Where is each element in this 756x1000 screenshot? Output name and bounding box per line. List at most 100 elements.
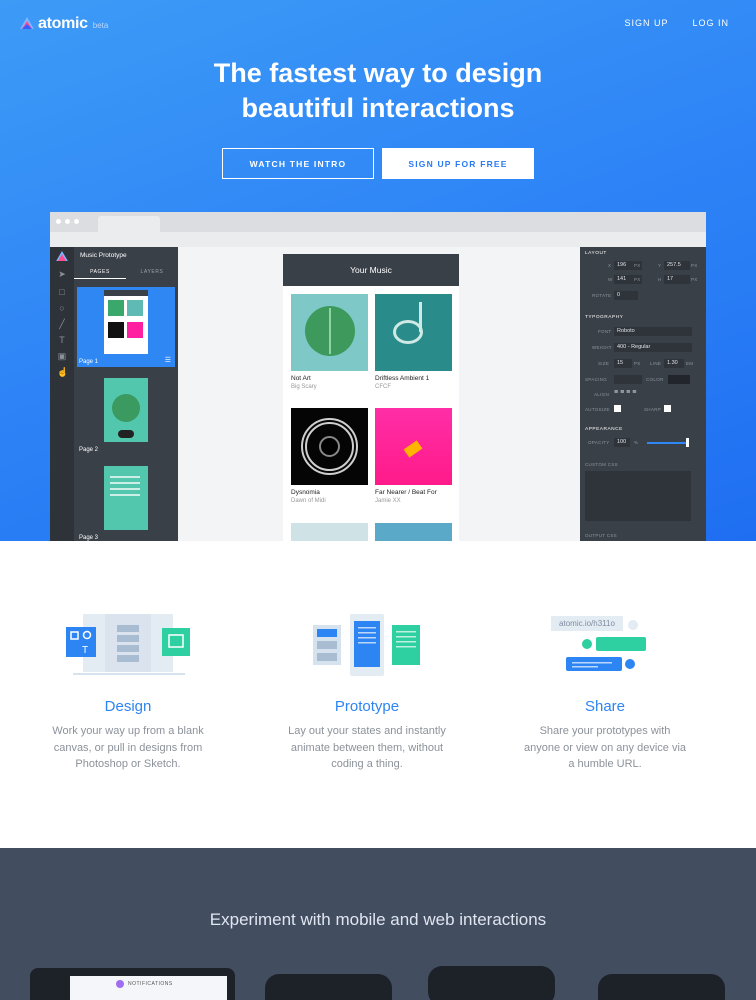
weight-label: WEIGHT bbox=[592, 345, 612, 350]
phone-device bbox=[428, 966, 555, 1000]
output-css-label: OUTPUT CSS bbox=[585, 533, 617, 538]
opacity-slider[interactable] bbox=[647, 442, 687, 444]
w-label: W bbox=[608, 277, 613, 282]
album-art bbox=[375, 408, 452, 485]
custom-css-textarea[interactable] bbox=[585, 471, 691, 521]
album-card[interactable]: Dysnomia Dawn of Midi bbox=[291, 408, 368, 504]
notifications-label: NOTIFICATIONS bbox=[128, 981, 173, 987]
prototype-illustration-icon bbox=[313, 614, 420, 676]
feature-text-line: animate between them, without bbox=[290, 741, 444, 754]
h-field[interactable]: 17 bbox=[664, 275, 690, 284]
panel-tabs: PAGES LAYERS bbox=[74, 265, 178, 279]
weight-select[interactable]: 400 - Regular bbox=[614, 343, 692, 352]
editor-screenshot: ➤ □ ○ ╱ T ▣ ☝ Music Prototype PAGES LAYE… bbox=[50, 212, 706, 541]
album-artist: Jamie XX bbox=[375, 498, 401, 504]
album-artist: Big Scary bbox=[291, 384, 317, 390]
album-card[interactable]: Far Nearer / Beat For Jamie XX bbox=[375, 408, 452, 504]
canvas-area[interactable]: Your Music Not Art Big Scary Driftless A… bbox=[178, 247, 580, 541]
pages-panel: Music Prototype PAGES LAYERS Page 1 ☰ Pa… bbox=[74, 247, 178, 541]
hotspot-tool-icon[interactable]: ☝ bbox=[57, 367, 68, 377]
atomic-logo-icon bbox=[56, 251, 68, 261]
browser-chrome bbox=[50, 212, 706, 232]
watch-intro-button[interactable]: WATCH THE INTRO bbox=[222, 148, 374, 179]
opacity-slider-handle[interactable] bbox=[686, 438, 689, 447]
autosize-label: AUTOSIZE bbox=[585, 407, 610, 412]
color-label: COLOR bbox=[646, 377, 664, 382]
opacity-label: OPACITY bbox=[588, 440, 610, 445]
spacing-field[interactable] bbox=[614, 375, 642, 384]
phone-artboard[interactable]: Your Music Not Art Big Scary Driftless A… bbox=[283, 254, 459, 541]
px-unit: PX bbox=[634, 361, 641, 366]
line-tool-icon[interactable]: ╱ bbox=[57, 319, 67, 329]
px-unit: PX bbox=[634, 277, 641, 282]
window-dots bbox=[56, 219, 79, 224]
tab-pages[interactable]: PAGES bbox=[74, 265, 126, 279]
experiment-section: Experiment with mobile and web interacti… bbox=[0, 848, 756, 1000]
nav-signup-link[interactable]: SIGN UP bbox=[624, 18, 668, 28]
signup-free-button[interactable]: SIGN UP FOR FREE bbox=[382, 148, 534, 179]
feature-title: Prototype bbox=[334, 698, 400, 715]
album-art bbox=[375, 523, 452, 541]
color-swatch[interactable] bbox=[668, 375, 690, 384]
line-field[interactable]: 1.30 bbox=[664, 359, 684, 368]
size-field[interactable]: 15 bbox=[614, 359, 632, 368]
image-tool-icon[interactable]: ▣ bbox=[57, 351, 67, 361]
px-unit: PX bbox=[691, 263, 698, 268]
opacity-field[interactable]: 100 bbox=[614, 438, 630, 447]
feature-description: Share your prototypes with anyone or vie… bbox=[500, 723, 710, 773]
text-tool-icon[interactable]: T bbox=[57, 335, 67, 345]
laptop-device: NOTIFICATIONS bbox=[30, 968, 235, 1000]
custom-css-label: CUSTOM CSS bbox=[585, 462, 618, 467]
page-label: Page 2 bbox=[79, 447, 99, 453]
nav-login-link[interactable]: LOG IN bbox=[692, 18, 729, 28]
phone-device bbox=[265, 974, 392, 1000]
beta-tag: beta bbox=[92, 21, 109, 30]
em-unit: EM bbox=[686, 361, 694, 366]
align-label: ALIGN bbox=[594, 392, 610, 397]
pct-unit: % bbox=[634, 440, 639, 445]
features-section: T Design Work your way up from a blank c… bbox=[0, 541, 756, 848]
menu-icon[interactable]: ☰ bbox=[165, 356, 171, 364]
svg-text:T: T bbox=[82, 645, 88, 656]
autosize-checkbox[interactable] bbox=[614, 405, 621, 412]
page-preview bbox=[104, 466, 148, 530]
phone-device bbox=[598, 974, 725, 1000]
rotate-field[interactable]: 0 bbox=[614, 291, 638, 300]
section-appearance: APPEARANCE bbox=[585, 427, 623, 432]
line-label: LINE bbox=[650, 361, 662, 366]
atomic-logo-icon bbox=[20, 17, 34, 29]
page-thumb-1[interactable]: Page 1 ☰ bbox=[77, 287, 175, 367]
page-thumb-3[interactable]: Page 3 bbox=[77, 463, 175, 541]
browser-tab bbox=[98, 216, 160, 232]
ellipse-tool-icon[interactable]: ○ bbox=[57, 303, 67, 313]
section-layout: LAYOUT bbox=[585, 251, 607, 256]
feature-text-line: Photoshop or Sketch. bbox=[75, 758, 181, 770]
brand-name: atomic bbox=[38, 15, 88, 32]
feature-text-line: canvas, or pull in designs from bbox=[53, 741, 203, 754]
section-typography: TYPOGRAPHY bbox=[585, 315, 624, 320]
feature-description: Lay out your states and instantly animat… bbox=[262, 723, 472, 773]
album-card[interactable]: Driftless Ambient 1 CFCF bbox=[375, 294, 452, 390]
tab-layers[interactable]: LAYERS bbox=[126, 265, 178, 279]
hero-title-line1: The fastest way to design bbox=[213, 58, 543, 88]
feature-description: Work your way up from a blank canvas, or… bbox=[23, 723, 233, 773]
size-label: SIZE bbox=[598, 361, 610, 366]
feature-text-line: anyone or view on any device via bbox=[523, 741, 687, 754]
page-preview bbox=[104, 378, 148, 442]
sharp-label: SHARP bbox=[644, 407, 662, 412]
rotate-label: ROTATE bbox=[592, 293, 612, 298]
font-select[interactable]: Roboto bbox=[614, 327, 692, 336]
align-icons[interactable]: ≡≡≡≡ bbox=[614, 389, 638, 396]
device-screen: NOTIFICATIONS bbox=[70, 976, 227, 1000]
page-thumb-2[interactable]: Page 2 bbox=[77, 375, 175, 455]
pointer-tool-icon[interactable]: ➤ bbox=[57, 269, 67, 279]
sharp-checkbox[interactable] bbox=[664, 405, 671, 412]
hero-title-line2: beautiful interactions bbox=[241, 93, 515, 123]
y-field[interactable]: 257.5 bbox=[664, 261, 690, 270]
album-art bbox=[291, 294, 368, 371]
album-card[interactable]: Not Art Big Scary bbox=[291, 294, 368, 390]
album-artist: CFCF bbox=[375, 384, 391, 390]
brand-logo[interactable]: atomic beta bbox=[20, 15, 108, 33]
rectangle-tool-icon[interactable]: □ bbox=[57, 287, 67, 297]
feature-text-line: Share your prototypes with bbox=[539, 725, 671, 737]
